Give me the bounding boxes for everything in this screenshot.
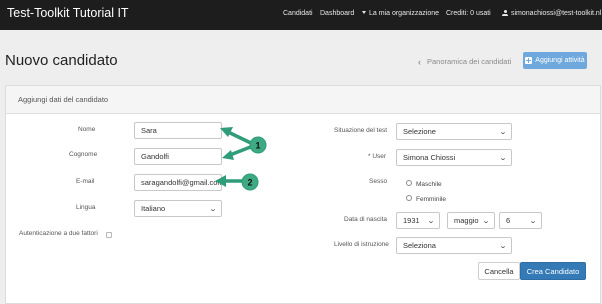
two-factor-label: Autenticazione a due fattori [19, 230, 98, 237]
page-title: Nuovo candidato [5, 52, 118, 69]
situazione-value: Selezione [403, 127, 436, 136]
nav-dashboard[interactable]: Dashboard [320, 10, 354, 17]
femminile-label: Femminile [416, 196, 446, 203]
brand-title[interactable]: Test-Toolkit Tutorial IT [7, 6, 129, 20]
nav-user-label: simonachiossi@test-toolkit.nl [511, 10, 602, 17]
chevron-left-icon: ‹ [418, 56, 421, 67]
radio-femminile[interactable] [406, 195, 412, 201]
birth-year-value: 1931 [403, 216, 420, 225]
nav-organizzazione[interactable]: La mia organizzazione [362, 10, 439, 17]
chevron-down-icon: ⌄ [498, 129, 508, 136]
situazione-label: Situazione del test [334, 127, 388, 134]
lingua-select[interactable]: Italiano ⌄ [134, 200, 222, 217]
nav-crediti[interactable]: Crediti: 0 usati [446, 10, 491, 17]
panel-title: Aggiungi dati del candidato [18, 95, 109, 104]
maschile-label: Maschile [416, 181, 442, 188]
cancel-button[interactable]: Cancella [478, 262, 520, 280]
panoramica-candidati-button[interactable]: ‹ Panoramica dei candidati [418, 54, 511, 69]
email-label: E-mail [76, 178, 95, 185]
nascita-label: Data di nascita [344, 216, 387, 223]
lingua-value: Italiano [141, 204, 166, 213]
birth-day-value: 6 [506, 216, 511, 225]
istruzione-label: Livello di istruzione [334, 241, 389, 248]
birth-year-select[interactable]: 1931 ⌄ [396, 212, 440, 229]
lingua-label: Lingua [76, 204, 96, 211]
user-icon [502, 10, 508, 16]
istruzione-value: Seleziona [403, 241, 436, 250]
cognome-label: Cognome [69, 151, 98, 158]
aggiungi-label: Aggiungi attività [535, 57, 585, 64]
chevron-down-icon: ⌄ [426, 218, 436, 225]
email-input[interactable]: saragandolfi@gmail.com [134, 174, 224, 191]
sesso-label: Sesso [369, 178, 388, 185]
chevron-down-icon: ⌄ [481, 218, 491, 225]
nav-user-menu[interactable]: simonachiossi@test-toolkit.nl [502, 10, 601, 17]
aggiungi-attivita-button[interactable]: Aggiungi attività [523, 52, 587, 69]
cognome-input[interactable]: Gandolfi [134, 148, 222, 165]
plus-icon [525, 57, 533, 64]
top-navbar: Test-Toolkit Tutorial IT Candidati Dashb… [0, 0, 602, 30]
birth-month-value: maggio [454, 216, 479, 225]
panel-header: Aggiungi dati del candidato [6, 86, 600, 114]
situazione-select[interactable]: Selezione ⌄ [396, 123, 512, 140]
birth-day-select[interactable]: 6 ⌄ [499, 212, 542, 229]
nome-label: Nome [78, 126, 96, 133]
nav-candidati[interactable]: Candidati [283, 10, 313, 17]
chevron-down-icon: ⌄ [498, 155, 508, 162]
two-factor-checkbox[interactable] [106, 232, 112, 238]
user-value: Simona Chiossi [403, 153, 456, 162]
radio-maschile[interactable] [406, 180, 412, 186]
nav-organizzazione-label: La mia organizzazione [369, 10, 440, 17]
user-select[interactable]: Simona Chiossi ⌄ [396, 149, 512, 166]
chevron-down-icon: ⌄ [208, 206, 218, 213]
chevron-down-icon: ⌄ [498, 243, 508, 250]
nome-input[interactable]: Sara [134, 122, 222, 139]
caret-down-icon [362, 11, 366, 14]
birth-month-select[interactable]: maggio ⌄ [447, 212, 495, 229]
panoramica-label: Panoramica dei candidati [427, 57, 512, 66]
chevron-down-icon: ⌄ [528, 218, 538, 225]
create-candidate-button[interactable]: Crea Candidato [520, 262, 586, 280]
user-label: * User [368, 153, 387, 160]
istruzione-select[interactable]: Seleziona ⌄ [396, 237, 512, 254]
